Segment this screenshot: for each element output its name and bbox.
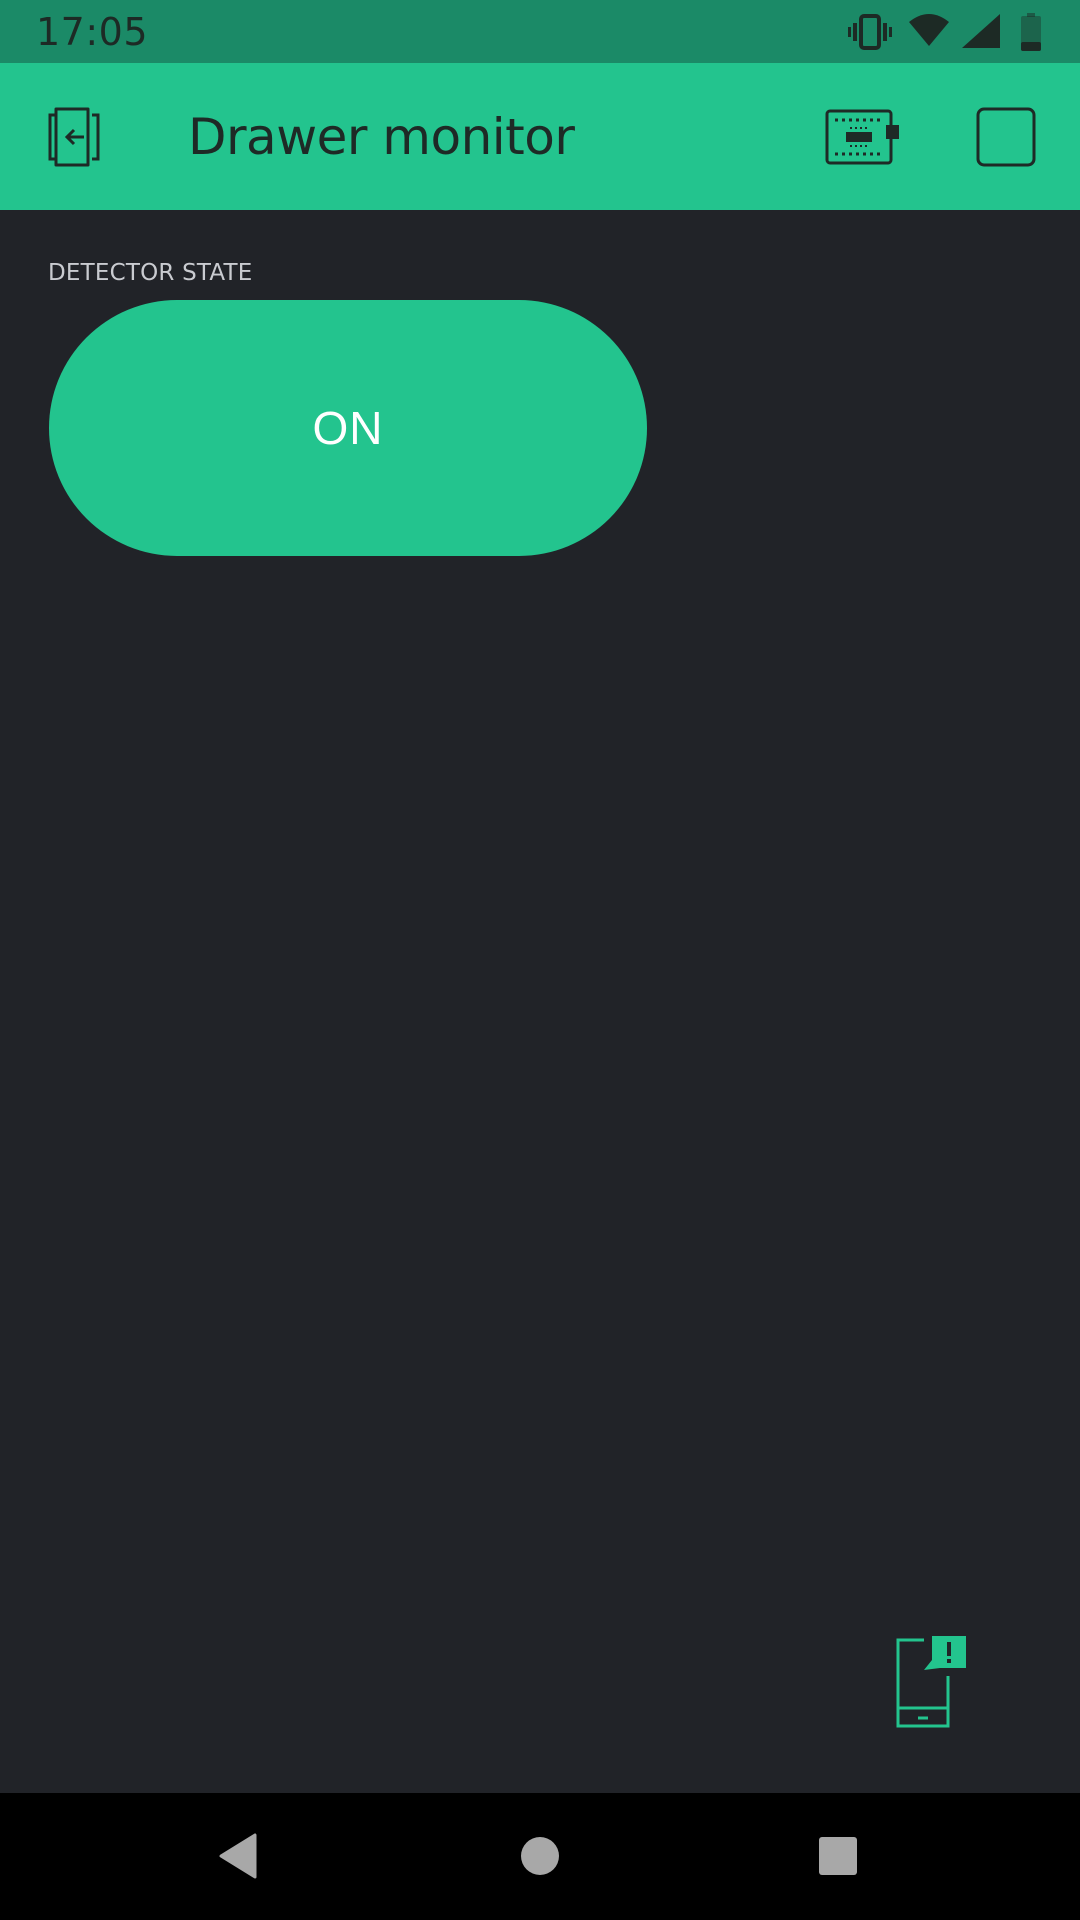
widget-label: DETECTOR STATE [48, 260, 253, 286]
wifi-icon [907, 12, 951, 52]
dashboard-canvas: DETECTOR STATE ON [0, 210, 1080, 1793]
cell-signal-icon [960, 12, 1002, 52]
device-board-icon[interactable] [825, 109, 901, 169]
app-title: Drawer monitor [188, 108, 575, 166]
recents-icon[interactable] [805, 1823, 871, 1889]
phone-notification-icon[interactable] [894, 1636, 970, 1732]
screen: 17:05 Drawer monitor DETECTOR STATE ON [0, 0, 1080, 1920]
detector-state-button-label: ON [312, 402, 384, 454]
home-icon[interactable] [507, 1823, 573, 1889]
vibrate-icon [848, 12, 892, 52]
back-icon[interactable] [205, 1823, 271, 1889]
status-time: 17:05 [36, 10, 149, 54]
square-outline-icon[interactable] [976, 107, 1036, 171]
exit-icon[interactable] [42, 107, 106, 171]
app-bar: Drawer monitor [0, 63, 1080, 210]
status-bar: 17:05 [0, 0, 1080, 63]
detector-state-button[interactable]: ON [49, 300, 647, 556]
battery-icon [1020, 12, 1042, 52]
navigation-bar [0, 1793, 1080, 1920]
